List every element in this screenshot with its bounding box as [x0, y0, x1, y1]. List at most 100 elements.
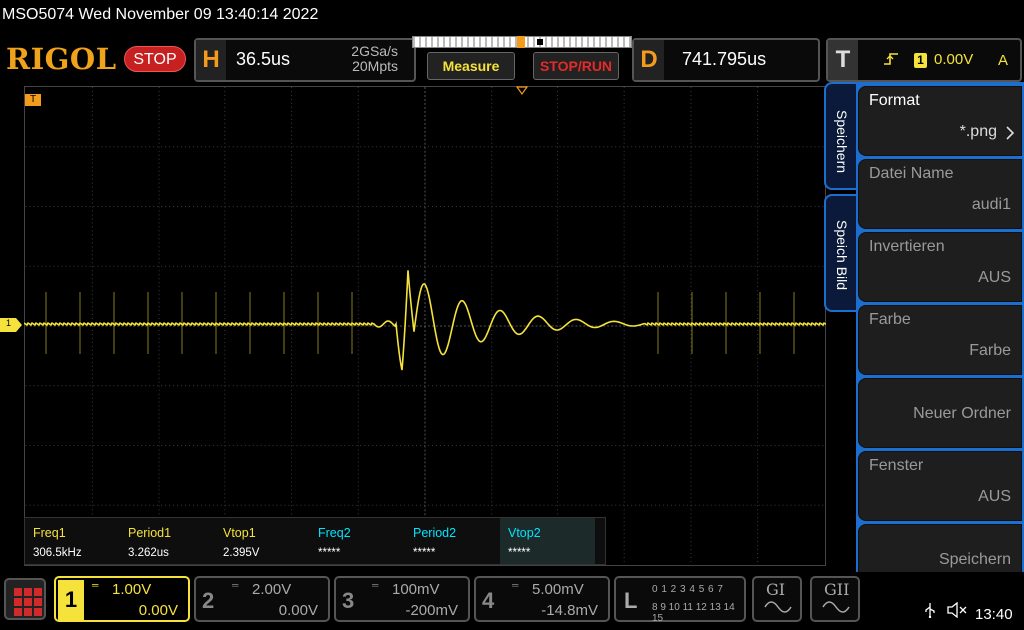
rising-edge-icon: [882, 50, 900, 73]
logic-channels-high: 8 9 10 11 12 13 14 15: [652, 602, 735, 624]
horizontal-label: H: [196, 40, 226, 80]
bottom-bar: 1 ═ 1.00V 0.00V 2 ═ 2.00V 0.00V 3 ═ 100m…: [0, 572, 1024, 630]
measurement-label: Vtop2: [508, 526, 541, 540]
channel-number: 1: [58, 580, 84, 620]
measurement-value: *****: [508, 547, 531, 559]
generator-2-button[interactable]: GII: [810, 576, 860, 622]
channel-3-settings[interactable]: 3 ═ 100mV -200mV: [334, 576, 470, 622]
generator-label: GII: [824, 580, 850, 599]
ch1-waveform: [24, 270, 826, 371]
menu-item-value: Neuer Ordner: [913, 405, 1011, 422]
channel-offset: 0.00V: [278, 602, 318, 619]
delay-value: 741.795us: [682, 49, 767, 69]
measurement-period2[interactable]: Period2 *****: [405, 518, 500, 564]
measurement-label: Period2: [413, 526, 457, 540]
channel-offset: 0.00V: [138, 602, 178, 619]
status-icons: [924, 601, 968, 622]
logic-analyzer-settings[interactable]: L 0 1 2 3 4 5 6 7 8 9 10 11 12 13 14 15: [614, 576, 746, 624]
channel-scale: 100mV: [392, 581, 440, 598]
trigger-settings[interactable]: T 1 0.00V A: [826, 38, 1022, 82]
stop-run-button[interactable]: STOP/RUN: [533, 52, 619, 80]
channel-number: 2: [202, 588, 215, 613]
top-bar: RIGOL STOP H 36.5us 2GSa/s 20Mpts Measur…: [0, 34, 1024, 86]
soft-menu: Format *.png Datei Name audi1 Invertiere…: [856, 82, 1024, 594]
brand-logo: RIGOL: [6, 42, 117, 76]
tab-label: Speichern: [834, 110, 850, 174]
dc-coupling-icon: ═: [232, 580, 239, 590]
menu-item-label: Fenster: [869, 457, 924, 474]
logic-label: L: [624, 588, 638, 613]
channel-offset: -14.8mV: [541, 602, 598, 619]
channel-offset: -200mV: [405, 602, 458, 619]
menu-item-value: AUS: [978, 269, 1011, 286]
measurement-freq1[interactable]: Freq1 306.5kHz: [25, 518, 120, 564]
measurement-panel: Freq1 306.5kHz Period1 3.262us Vtop1 2.3…: [24, 517, 606, 565]
measurement-value: 3.262us: [128, 547, 169, 559]
channel-number: 3: [342, 588, 355, 613]
measurement-value: *****: [413, 547, 436, 559]
menu-item-fenster[interactable]: Fenster AUS: [858, 451, 1022, 521]
dc-coupling-icon: ═: [372, 580, 379, 590]
menu-item-farbe[interactable]: Farbe Farbe: [858, 305, 1022, 375]
trigger-mode: A: [997, 52, 1008, 69]
measurement-label: Freq2: [318, 526, 351, 540]
memory-depth: 20Mpts: [352, 58, 398, 74]
chevron-right-icon: [1005, 125, 1015, 146]
measurement-label: Period1: [128, 526, 172, 540]
clock: 13:40: [975, 606, 1013, 623]
menu-item-value: AUS: [978, 488, 1011, 505]
menu-item-label: Invertieren: [869, 238, 945, 255]
trigger-label: T: [828, 40, 858, 80]
channel-2-settings[interactable]: 2 ═ 2.00V 0.00V: [194, 576, 330, 622]
menu-item-value: Speichern: [938, 551, 1011, 568]
measurement-freq2[interactable]: Freq2 *****: [310, 518, 405, 564]
menu-tabs: Speichern Speich Bild: [824, 82, 858, 312]
measure-button[interactable]: Measure: [427, 52, 515, 80]
trigger-position-marker: [517, 36, 525, 48]
menu-item-label: Datei Name: [869, 165, 954, 182]
measurement-period1[interactable]: Period1 3.262us: [120, 518, 215, 564]
ch1-position-marker[interactable]: 1: [0, 318, 22, 332]
delay-label: D: [634, 40, 664, 80]
menu-item-value: Farbe: [969, 342, 1011, 359]
timebase-value: 36.5us: [236, 49, 291, 69]
menu-item-format[interactable]: Format *.png: [858, 86, 1022, 156]
sine-wave-icon: [822, 600, 850, 619]
sine-wave-icon: [764, 600, 792, 619]
measurement-value: 306.5kHz: [33, 547, 82, 559]
acquisition-info: 2GSa/s 20Mpts: [351, 44, 398, 74]
channel-scale: 5.00mV: [532, 581, 584, 598]
main-menu-button[interactable]: [4, 578, 46, 620]
title-bar: MSO5074 Wed November 09 13:40:14 2022: [0, 0, 1024, 32]
tab-speichern[interactable]: Speichern: [824, 82, 856, 190]
measurement-label: Freq1: [33, 526, 66, 540]
delay-settings[interactable]: D 741.795us: [632, 38, 820, 82]
tab-speich-bild[interactable]: Speich Bild: [824, 194, 856, 312]
run-state-badge[interactable]: STOP: [124, 46, 186, 72]
channel-4-settings[interactable]: 4 ═ 5.00mV -14.8mV: [474, 576, 610, 622]
channel-scale: 1.00V: [112, 581, 152, 598]
tab-label: Speich Bild: [834, 220, 850, 291]
device-title: MSO5074 Wed November 09 13:40:14 2022: [2, 6, 319, 23]
logic-channels-low: 0 1 2 3 4 5 6 7: [652, 584, 724, 595]
view-window-marker: [537, 39, 543, 45]
horizontal-settings[interactable]: H 36.5us 2GSa/s 20Mpts: [194, 38, 416, 82]
trigger-source: 1: [914, 53, 927, 68]
channel-scale: 2.00V: [252, 581, 292, 598]
generator-1-button[interactable]: GI: [752, 576, 802, 622]
menu-item-label: Farbe: [869, 311, 911, 328]
trigger-position-bar: [412, 36, 632, 48]
menu-item-invertieren[interactable]: Invertieren AUS: [858, 232, 1022, 302]
usb-icon[interactable]: [924, 603, 940, 622]
menu-item-neuer-ordner[interactable]: Neuer Ordner: [858, 378, 1022, 448]
channel-1-settings[interactable]: 1 ═ 1.00V 0.00V: [54, 576, 190, 622]
measurement-value: 2.395V: [223, 547, 260, 559]
ch1-marker-label: 1: [6, 318, 12, 328]
measurement-value: *****: [318, 547, 341, 559]
menu-item-datei-name[interactable]: Datei Name audi1: [858, 159, 1022, 229]
measurement-vtop1[interactable]: Vtop1 2.395V: [215, 518, 310, 564]
dc-coupling-icon: ═: [512, 580, 519, 590]
speaker-muted-icon[interactable]: [946, 601, 968, 622]
channel-number: 4: [482, 588, 495, 613]
measurement-vtop2[interactable]: Vtop2 *****: [500, 518, 595, 564]
